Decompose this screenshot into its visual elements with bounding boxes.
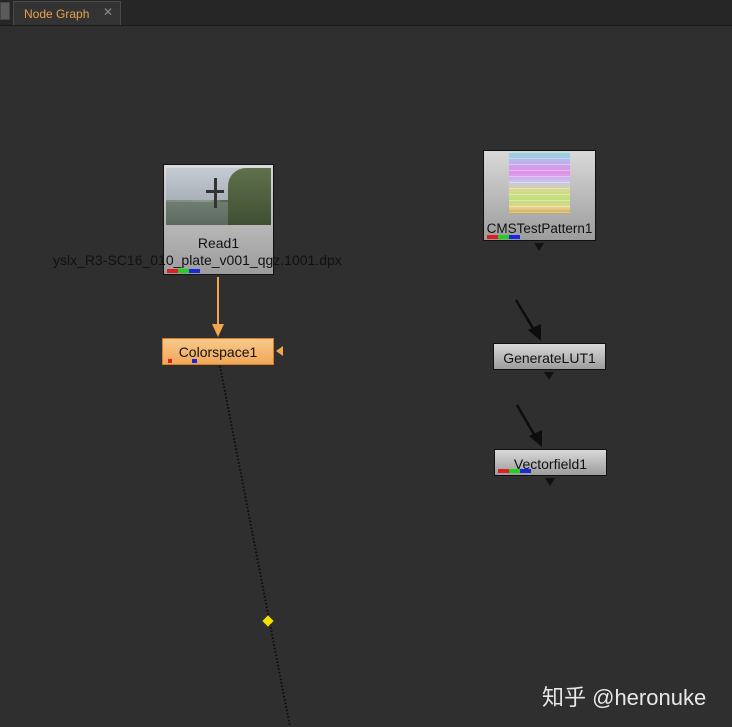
node-read1-title: Read1 [197, 235, 240, 251]
cms-thumbnail [509, 153, 570, 214]
node-colorspace1[interactable]: Colorspace1 [162, 338, 274, 365]
watermark: 知乎 @heronuke [542, 685, 707, 710]
read-thumbnail [166, 168, 271, 225]
channel-indicator [167, 269, 200, 273]
node-generatelut1-title: GenerateLUT1 [503, 350, 596, 366]
node-cmstestpattern1-title: CMSTestPattern1 [486, 221, 593, 236]
node-read1-filename: yslx_R3-SC16_010_plate_v001_qgz.1001.dpx [53, 252, 342, 268]
connection-colorspace-output[interactable] [219, 365, 291, 727]
arrowhead-cms-to-genlut [528, 324, 541, 341]
node-cmstestpattern1[interactable]: CMSTestPattern1 [483, 150, 596, 241]
arrowhead-read-to-colorspace [212, 324, 224, 337]
connection-genlut-to-vectorfield[interactable] [515, 404, 537, 437]
node-generatelut1[interactable]: GenerateLUT1 [493, 343, 606, 370]
output-arrow[interactable] [545, 478, 555, 486]
connection-dot-marker[interactable] [262, 615, 274, 627]
channel-indicator [487, 235, 520, 239]
connection-cms-to-genlut[interactable] [514, 299, 536, 331]
output-arrow[interactable] [534, 243, 544, 251]
arrowhead-genlut-to-vectorfield [529, 430, 542, 447]
mask-input-arrow[interactable] [276, 346, 283, 356]
connections-layer [212, 277, 542, 727]
output-arrow[interactable] [544, 372, 554, 380]
node-colorspace1-title: Colorspace1 [178, 344, 258, 360]
channel-indicator [168, 359, 197, 363]
channel-indicator [498, 469, 531, 473]
node-vectorfield1[interactable]: Vectorfield1 [494, 449, 607, 476]
